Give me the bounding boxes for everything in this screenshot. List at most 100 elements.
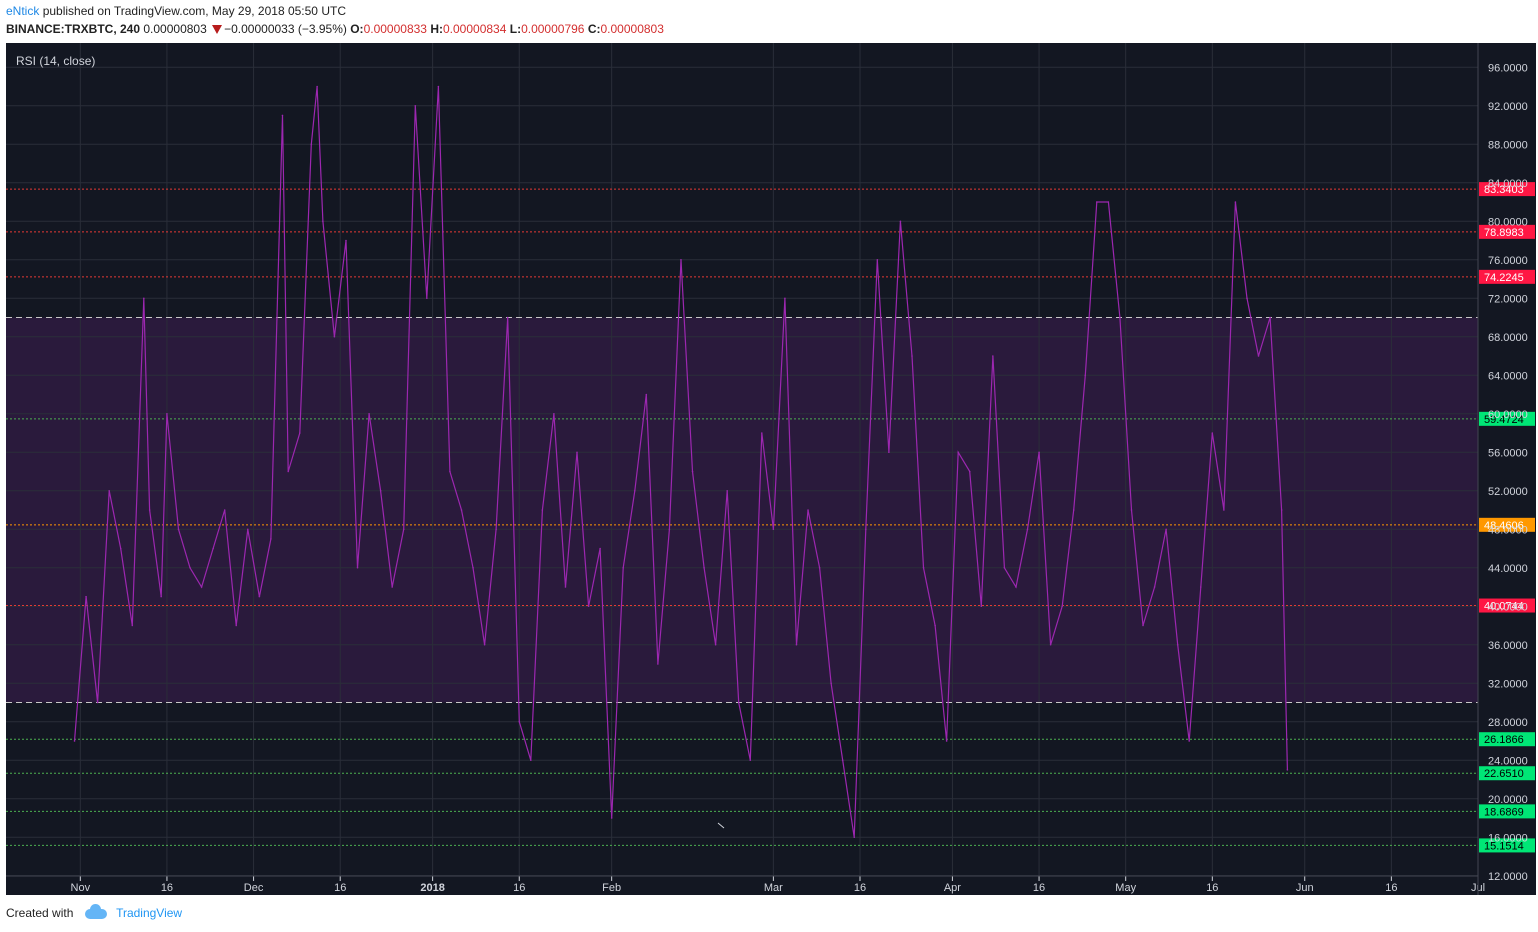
rsi-point: [772, 528, 775, 531]
rsi-point: [841, 759, 844, 762]
rsi-point: [270, 538, 272, 540]
x-tick-label: 16: [1033, 882, 1045, 894]
rsi-point: [807, 509, 809, 511]
y-tick-label: 60.0000: [1488, 409, 1528, 421]
rsi-point: [864, 528, 867, 531]
rsi-point: [922, 566, 925, 569]
rsi-point: [1026, 528, 1029, 531]
rsi-point: [414, 104, 417, 107]
x-tick-label: 16: [513, 882, 525, 894]
rsi-point: [1286, 769, 1289, 771]
rsi-point: [749, 759, 752, 762]
indicator-label[interactable]: RSI (14, close): [16, 54, 95, 68]
x-tick-label: Jun: [1296, 882, 1314, 894]
rsi-point: [506, 316, 509, 319]
y-tick-label: 32.0000: [1488, 678, 1528, 690]
rsi-point: [703, 566, 705, 569]
rsi-point: [945, 740, 948, 742]
rsi-point: [460, 509, 463, 511]
rsi-point: [876, 258, 879, 261]
rsi-point: [402, 528, 405, 531]
open-label: O:: [350, 22, 364, 36]
rsi-point: [85, 595, 87, 598]
rsi-point: [322, 220, 324, 223]
tradingview-link[interactable]: TradingView: [116, 906, 182, 920]
cursor-mark: [717, 822, 725, 829]
rsi-point: [610, 817, 613, 819]
x-tick-label: 16: [161, 882, 173, 894]
rsi-point: [1061, 605, 1063, 608]
rsi-point: [726, 489, 728, 492]
rsi-point: [1199, 586, 1202, 588]
y-tick-label: 52.0000: [1488, 486, 1528, 498]
rsi-point: [587, 605, 590, 608]
y-tick-label: 76.0000: [1488, 255, 1528, 267]
rsi-point: [599, 547, 601, 550]
rsi-point: [1188, 740, 1191, 742]
x-tick-label: May: [1115, 882, 1136, 894]
rsi-point: [333, 335, 336, 338]
rsi-point: [131, 624, 134, 627]
rsi-point: [553, 412, 555, 415]
rsi-point: [391, 586, 393, 588]
rsi-point: [576, 451, 578, 454]
rsi-point: [761, 432, 763, 434]
level-label: 22.6510: [1484, 768, 1524, 780]
y-tick-label: 92.0000: [1488, 101, 1528, 113]
rsi-point: [818, 566, 821, 569]
rsi-point: [1257, 355, 1260, 357]
high-value: 0.00000834: [442, 22, 507, 36]
rsi-point: [1096, 201, 1098, 203]
x-tick-label: 16: [1206, 882, 1218, 894]
low-value: 0.00000796: [521, 22, 585, 36]
rsi-chart[interactable]: 83.340378.898374.224559.472448.460640.07…: [6, 43, 1536, 895]
y-tick-label: 12.0000: [1488, 871, 1528, 883]
level-label: 18.6869: [1484, 806, 1524, 818]
x-tick-label: Mar: [764, 882, 783, 894]
symbol-name[interactable]: BINANCE:TRXBTC, 240: [6, 22, 140, 36]
rsi-point: [541, 509, 544, 511]
x-tick-label: 16: [854, 882, 866, 894]
rsi-point: [1130, 509, 1133, 511]
x-tick-label: Nov: [71, 882, 91, 894]
rsi-point: [645, 393, 648, 396]
x-tick-label: Apr: [944, 882, 961, 894]
y-tick-label: 28.0000: [1488, 717, 1528, 729]
rsi-point: [160, 595, 162, 598]
down-triangle-icon: [212, 25, 223, 35]
rsi-point: [1038, 451, 1040, 454]
x-tick-label: 2018: [420, 882, 444, 894]
rsi-point: [980, 605, 983, 608]
rsi-point: [287, 470, 290, 473]
y-tick-label: 84.0000: [1488, 178, 1528, 190]
rsi-point: [298, 432, 301, 434]
author-link[interactable]: eNtick: [6, 4, 39, 18]
rsi-point: [888, 451, 890, 454]
last-price: 0.00000803: [143, 22, 207, 36]
rsi-point: [853, 836, 856, 839]
y-tick-label: 44.0000: [1488, 563, 1528, 575]
y-tick-label: 96.0000: [1488, 62, 1528, 74]
rsi-point: [437, 85, 440, 88]
rsi-point: [1003, 566, 1006, 569]
rsi-point: [1246, 297, 1248, 300]
rsi-point: [968, 470, 971, 473]
high-label: H:: [430, 22, 443, 36]
rsi-point: [737, 701, 740, 704]
rsi-point: [1142, 624, 1144, 627]
rsi-point: [1072, 509, 1075, 511]
chart-pane[interactable]: 83.3403 78.8983 74.2245 59.4724 48.4606 40.07…: [6, 43, 1536, 895]
rsi-point: [449, 470, 451, 473]
rsi-point: [1211, 432, 1214, 434]
y-tick-label: 20.0000: [1488, 794, 1528, 806]
rsi-point: [992, 355, 994, 357]
level-label: 78.8983: [1484, 227, 1524, 239]
rsi-point: [495, 528, 497, 531]
rsi-point: [1015, 586, 1017, 588]
y-tick-label: 64.0000: [1488, 370, 1528, 382]
rsi-point: [426, 297, 428, 300]
rsi-point: [310, 143, 313, 146]
close-label: C:: [587, 22, 601, 36]
rsi-point: [143, 297, 145, 300]
rsi-point: [166, 412, 168, 415]
